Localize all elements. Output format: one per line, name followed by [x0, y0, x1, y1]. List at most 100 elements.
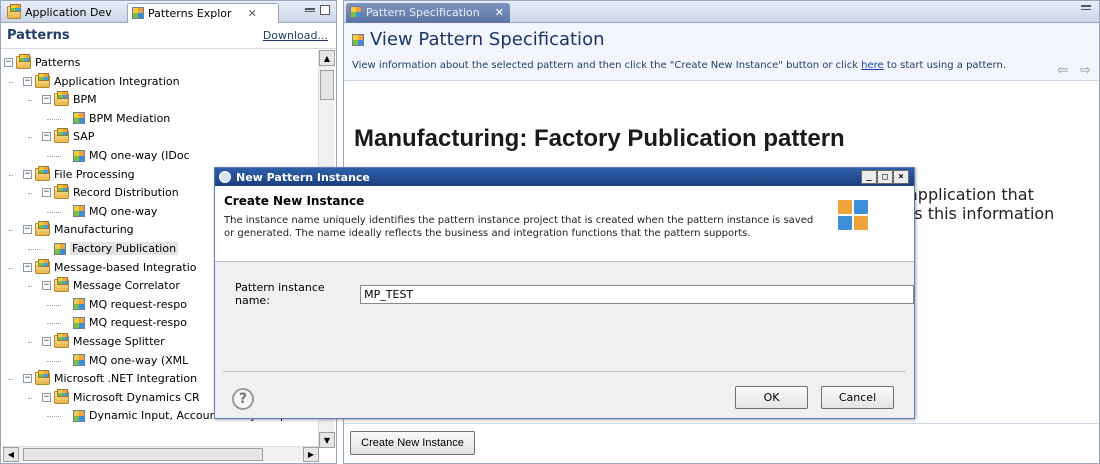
pattern-folder-icon: [35, 370, 50, 386]
collapse-icon[interactable]: −: [23, 225, 32, 235]
maximize-icon[interactable]: [320, 5, 330, 15]
scroll-thumb[interactable]: [320, 70, 334, 100]
pattern-folder-icon: [35, 165, 50, 181]
tab-application-dev[interactable]: Application Dev: [3, 3, 125, 23]
collapse-icon[interactable]: −: [42, 132, 51, 142]
dialog-titlebar[interactable]: New Pattern Instance _ □ ×: [215, 168, 914, 186]
scroll-thumb[interactable]: [23, 448, 263, 461]
minimize-icon[interactable]: [305, 8, 315, 12]
pattern-icon: [73, 205, 85, 218]
tree-connector: [47, 323, 61, 325]
pattern-icon: [73, 149, 85, 162]
download-link[interactable]: Download...: [263, 29, 328, 42]
collapse-icon[interactable]: −: [23, 76, 32, 86]
tree-item[interactable]: − File Processing: [23, 165, 135, 183]
tree-connector: [47, 304, 61, 306]
close-tab-icon[interactable]: ✕: [248, 7, 257, 20]
instance-name-input[interactable]: [360, 284, 914, 304]
tree-item[interactable]: − Message-based Integratio: [23, 258, 197, 276]
help-icon[interactable]: ?: [232, 388, 254, 410]
collapse-icon[interactable]: −: [42, 188, 51, 198]
close-tab-icon[interactable]: ✕: [495, 6, 504, 23]
tree-item-label: Message Splitter: [73, 335, 165, 348]
tab-label: Patterns Explor: [148, 7, 232, 20]
dialog-title: New Pattern Instance: [236, 170, 370, 184]
tree-item[interactable]: − Record Distribution: [42, 184, 179, 201]
tree-item-label: BPM Mediation: [89, 111, 171, 125]
tree-item-label: Factory Publication: [70, 242, 179, 255]
patterns-header: Patterns Download...: [1, 23, 336, 49]
collapse-icon[interactable]: −: [4, 58, 13, 67]
collapse-icon[interactable]: −: [42, 392, 51, 402]
cancel-button[interactable]: Cancel: [821, 386, 894, 409]
view-spec-description: View information about the selected patt…: [352, 60, 1093, 71]
tab-pattern-specification[interactable]: Pattern Specification ✕: [346, 3, 510, 23]
right-tab-bar: Pattern Specification ✕: [344, 1, 1099, 23]
tree-item-label: MQ one-way: [89, 204, 158, 218]
close-icon[interactable]: ×: [893, 170, 909, 184]
scroll-down-icon[interactable]: ▼: [319, 432, 335, 448]
tree-horizontal-scrollbar[interactable]: ◀ ▶: [3, 446, 319, 462]
minimize-icon[interactable]: _: [861, 170, 877, 184]
tree-item[interactable]: − BPM: [42, 91, 97, 108]
scroll-right-icon[interactable]: ▶: [303, 447, 319, 462]
description-text: View information about the selected patt…: [352, 60, 862, 71]
collapse-icon[interactable]: −: [42, 281, 51, 291]
instance-name-label: Pattern instance name:: [235, 281, 325, 307]
ok-button[interactable]: OK: [735, 386, 808, 409]
left-tab-bar: Application Dev Patterns Explor ✕: [1, 1, 336, 23]
left-window-controls: [305, 5, 330, 15]
here-link[interactable]: here: [861, 60, 884, 71]
tree-item[interactable]: − Manufacturing: [23, 221, 134, 238]
tree-connector: [28, 100, 32, 102]
pattern-icon: [73, 316, 85, 329]
patterns-logo-icon: [838, 200, 868, 230]
tree-connector: [9, 379, 13, 381]
collapse-icon[interactable]: −: [42, 337, 51, 346]
tree-item-label: BPM: [73, 93, 97, 107]
tree-item[interactable]: − Message Correlator: [42, 277, 180, 294]
tree-item[interactable]: MQ one-way (XML: [61, 352, 188, 369]
pattern-folder-icon: [54, 388, 69, 404]
tree-item-label: Manufacturing: [54, 223, 134, 237]
tab-label: Pattern Specification: [366, 6, 480, 19]
description-text: to start using a pattern.: [883, 60, 1007, 71]
tree-item[interactable]: MQ request-respo: [61, 314, 187, 331]
tree-connector: [28, 397, 32, 399]
collapse-icon[interactable]: −: [42, 95, 51, 105]
scroll-up-icon[interactable]: ▲: [319, 50, 335, 66]
tree-item[interactable]: MQ one-way: [61, 203, 157, 220]
tree-item-label: Record Distribution: [73, 186, 179, 200]
collapse-icon[interactable]: −: [23, 169, 32, 179]
collapse-icon[interactable]: −: [23, 374, 32, 384]
collapse-icon[interactable]: −: [23, 262, 32, 272]
tree-item[interactable]: − SAP: [42, 128, 94, 145]
tree-item[interactable]: BPM Mediation: [61, 110, 170, 127]
dialog-window-controls: _ □ ×: [861, 170, 909, 184]
tree-item[interactable]: − Patterns: [4, 54, 80, 71]
create-new-instance-button[interactable]: Create New Instance: [350, 431, 475, 455]
tree-item-label: Message-based Integratio: [54, 260, 197, 274]
tree-connector: [28, 249, 42, 250]
tree-connector: [28, 342, 32, 343]
maximize-icon[interactable]: □: [877, 170, 893, 184]
minimize-icon[interactable]: [1081, 5, 1091, 10]
patterns-title: Patterns: [7, 28, 70, 43]
tree-connector: [47, 118, 61, 120]
tree-item-label: MQ request-respo: [89, 297, 187, 311]
pattern-heading: Manufacturing: Factory Publication patte…: [354, 125, 845, 152]
tree-item[interactable]: − Microsoft Dynamics CR: [42, 388, 200, 406]
tree-item[interactable]: MQ one-way (IDoc: [61, 147, 190, 164]
tree-item[interactable]: − Microsoft .NET Integration: [23, 370, 197, 387]
tab-patterns-explorer[interactable]: Patterns Explor ✕: [127, 3, 279, 23]
tree-item[interactable]: Factory Publication: [42, 240, 179, 257]
scroll-left-icon[interactable]: ◀: [3, 447, 19, 462]
tree-item[interactable]: − Application Integration: [23, 72, 180, 90]
pattern-icon: [352, 33, 364, 46]
nav-arrows[interactable]: ⇦ ⇨: [1057, 63, 1095, 78]
tree-item[interactable]: − Message Splitter: [42, 333, 165, 350]
tree-connector: [9, 81, 13, 83]
pattern-folder-icon: [54, 333, 69, 348]
tree-item[interactable]: MQ request-respo: [61, 296, 187, 313]
pattern-folder-icon: [54, 91, 69, 107]
